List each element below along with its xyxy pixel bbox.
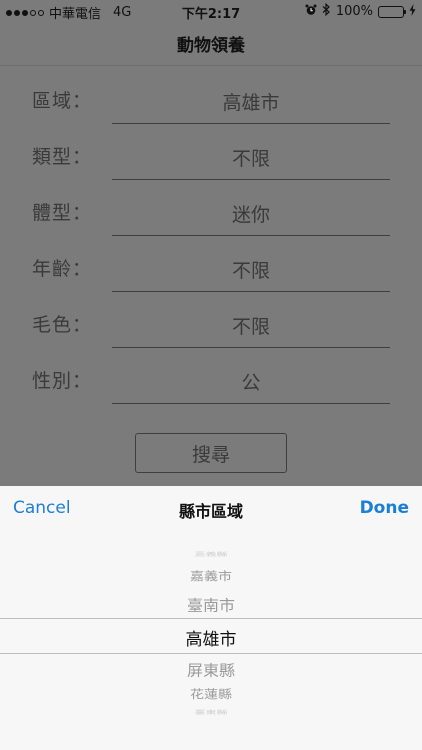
battery-percent: 100% bbox=[335, 4, 373, 19]
type-label: 類型： bbox=[32, 146, 93, 168]
color-field[interactable]: 不限 bbox=[112, 312, 390, 339]
form-row-color: 毛色： 不限 bbox=[0, 298, 422, 354]
region-label: 區域： bbox=[32, 90, 93, 112]
picker-item[interactable]: 嘉義市 bbox=[0, 568, 422, 584]
picker-item[interactable]: 嘉義縣 bbox=[0, 550, 422, 557]
size-label: 體型： bbox=[32, 202, 93, 224]
region-field-underline bbox=[112, 123, 390, 124]
age-field-underline bbox=[112, 291, 390, 292]
nav-bar: 動物領養 bbox=[0, 22, 422, 66]
page-title: 動物領養 bbox=[177, 36, 245, 56]
picker-item[interactable]: 花蓮縣 bbox=[0, 686, 422, 702]
picker-item[interactable]: 臺東縣 bbox=[0, 708, 422, 715]
type-field-underline bbox=[112, 179, 390, 180]
form-row-type: 類型： 不限 bbox=[0, 130, 422, 186]
sex-label: 性別： bbox=[32, 370, 93, 392]
status-right: 100% bbox=[305, 2, 416, 20]
selection-top-line bbox=[0, 618, 422, 619]
search-button[interactable]: 搜尋 bbox=[135, 433, 287, 473]
age-field[interactable]: 不限 bbox=[112, 256, 390, 283]
color-field-underline bbox=[112, 347, 390, 348]
sex-field-underline bbox=[112, 403, 390, 404]
bluetooth-icon bbox=[322, 2, 331, 20]
picker-toolbar: Cancel 縣市區域 Done bbox=[0, 486, 422, 530]
form-row-region: 區域： 高雄市 bbox=[0, 74, 422, 130]
form-row-size: 體型： 迷你 bbox=[0, 186, 422, 242]
picker-item[interactable]: 臺南市 bbox=[0, 593, 422, 616]
picker-sheet: Cancel 縣市區域 Done 嘉義縣 嘉義市 臺南市 高雄市 屏東縣 花蓮縣… bbox=[0, 486, 422, 750]
picker-item-selected[interactable]: 高雄市 bbox=[0, 625, 422, 650]
region-field[interactable]: 高雄市 bbox=[112, 88, 390, 115]
size-field-underline bbox=[112, 235, 390, 236]
charging-icon bbox=[409, 3, 416, 20]
type-field[interactable]: 不限 bbox=[112, 144, 390, 171]
done-button[interactable]: Done bbox=[360, 498, 409, 518]
color-label: 毛色： bbox=[32, 314, 93, 336]
status-bar: 中華電信 4G 下午2:17 100% bbox=[0, 0, 422, 22]
size-field[interactable]: 迷你 bbox=[112, 200, 390, 227]
picker-wheel[interactable]: 嘉義縣 嘉義市 臺南市 高雄市 屏東縣 花蓮縣 臺東縣 bbox=[0, 530, 422, 750]
alarm-icon bbox=[305, 4, 317, 20]
battery-icon bbox=[378, 5, 406, 18]
form-row-sex: 性別： 公 bbox=[0, 354, 422, 410]
picker-item[interactable]: 屏東縣 bbox=[0, 658, 422, 681]
age-label: 年齡： bbox=[32, 258, 93, 280]
selection-bottom-line bbox=[0, 653, 422, 654]
form-row-age: 年齡： 不限 bbox=[0, 242, 422, 298]
sex-field[interactable]: 公 bbox=[112, 368, 390, 395]
